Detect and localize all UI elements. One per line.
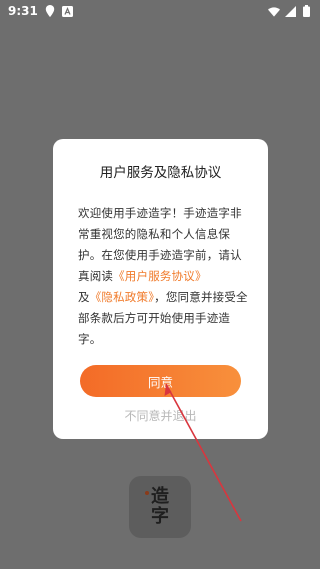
screen: 9:31 造 字 用户服务及隐私协议 欢迎使用手迹造字！手迹造字非常重视您的隐私… <box>0 0 320 569</box>
app-icon-glyph-top: 造 <box>151 486 169 507</box>
privacy-policy-link[interactable]: 《隐私政策》 <box>90 290 154 304</box>
status-right <box>268 5 320 17</box>
wifi-icon <box>268 5 280 17</box>
app-icon-dot <box>145 491 149 495</box>
dialog-body: 欢迎使用手迹造字！手迹造字非常重视您的隐私和个人信息保护。在您使用手迹造字前，请… <box>78 203 248 350</box>
notification-a-icon <box>62 5 74 17</box>
agree-button[interactable]: 同意 <box>80 365 241 397</box>
signal-icon <box>284 5 296 17</box>
status-bar: 9:31 <box>0 0 320 22</box>
dialog-title: 用户服务及隐私协议 <box>99 165 222 181</box>
disagree-exit-button[interactable]: 不同意并退出 <box>53 407 268 424</box>
status-left: 9:31 <box>0 4 74 18</box>
battery-icon <box>300 5 312 17</box>
app-icon-glyph-bottom: 字 <box>151 506 169 527</box>
terms-link[interactable]: 《用户服务协议》 <box>113 269 207 283</box>
dialog-and-text: 及 <box>78 290 90 304</box>
status-time: 9:31 <box>8 4 38 18</box>
app-icon: 造 字 <box>129 476 191 538</box>
location-icon <box>44 5 56 17</box>
privacy-dialog: 用户服务及隐私协议 欢迎使用手迹造字！手迹造字非常重视您的隐私和个人信息保护。在… <box>53 139 268 439</box>
